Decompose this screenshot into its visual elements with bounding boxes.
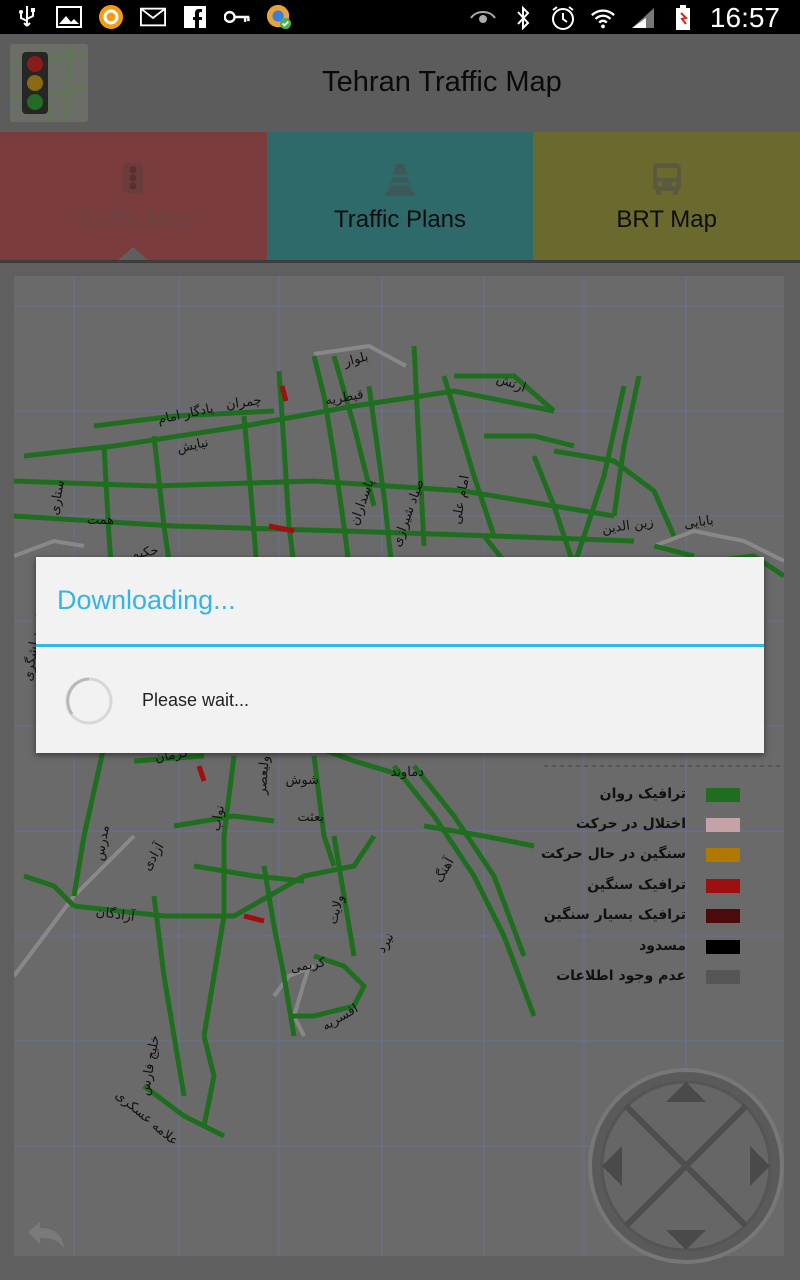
tab-bar: Traffic Map Traffic Plans BRT Map bbox=[0, 132, 800, 261]
legend-label: مسدود bbox=[639, 938, 686, 954]
sync-app-icon bbox=[98, 3, 124, 31]
system-icons: 16:57 bbox=[470, 2, 780, 34]
legend-swatch bbox=[706, 909, 740, 923]
legend-swatch bbox=[706, 848, 740, 862]
traffic-cone-icon bbox=[384, 162, 416, 196]
legend-item: ترافیک روان bbox=[520, 786, 750, 806]
tab-label: Traffic Plans bbox=[333, 206, 467, 233]
bluetooth-icon bbox=[510, 4, 536, 32]
legend-label: ترافیک روان bbox=[599, 786, 686, 802]
legend-item: مسدود bbox=[520, 938, 750, 958]
eye-icon bbox=[470, 4, 496, 32]
chrome-update-icon bbox=[266, 3, 292, 31]
notification-icons bbox=[14, 3, 292, 31]
facebook-icon bbox=[182, 3, 208, 31]
bus-icon bbox=[651, 162, 683, 196]
legend-label: اختلال در حرکت bbox=[575, 816, 686, 832]
key-icon bbox=[224, 3, 250, 31]
tab-brt-map[interactable]: BRT Map bbox=[533, 132, 800, 260]
map-label: همت bbox=[87, 513, 114, 528]
tab-traffic-plans[interactable]: Traffic Plans bbox=[266, 132, 534, 260]
alarm-icon bbox=[550, 4, 576, 32]
gallery-icon bbox=[56, 3, 82, 31]
tab-label: Traffic Map bbox=[73, 206, 193, 233]
legend-item: ترافیک سنگین bbox=[520, 877, 750, 897]
legend-item: عدم وجود اطلاعات bbox=[520, 968, 750, 988]
legend-swatch bbox=[706, 788, 740, 802]
gmail-icon bbox=[140, 3, 166, 31]
dialog-message: Please wait... bbox=[142, 690, 250, 710]
legend-label: ترافیک بسیار سنگین bbox=[543, 907, 686, 923]
map-label: شوش bbox=[286, 773, 319, 788]
legend-label: ترافیک سنگین bbox=[587, 877, 686, 893]
usb-icon bbox=[14, 3, 40, 31]
active-tab-indicator bbox=[117, 247, 150, 261]
legend-item: اختلال در حرکت bbox=[520, 816, 750, 836]
legend-item: ترافیک بسیار سنگین bbox=[520, 907, 750, 927]
dpad-icon[interactable] bbox=[588, 1068, 784, 1264]
map-label: دماوند bbox=[391, 765, 425, 780]
dialog-divider bbox=[36, 644, 764, 647]
page-title: Tehran Traffic Map bbox=[322, 66, 562, 98]
traffic-light-icon bbox=[121, 162, 145, 196]
legend-swatch bbox=[706, 818, 740, 832]
status-bar: 16:57 bbox=[0, 0, 800, 34]
loading-spinner-icon bbox=[64, 676, 114, 726]
wifi-icon bbox=[590, 4, 616, 32]
legend-swatch bbox=[706, 970, 740, 984]
legend-item: سنگین در حال حرکت bbox=[520, 846, 750, 866]
progress-dialog: Downloading... Please wait... bbox=[36, 557, 764, 753]
action-bar: Tehran Traffic Map bbox=[0, 34, 800, 132]
dialog-title: Downloading... bbox=[57, 585, 236, 615]
back-arrow-icon[interactable] bbox=[26, 1220, 66, 1250]
legend-swatch bbox=[706, 879, 740, 893]
legend-label: سنگین در حال حرکت bbox=[540, 846, 686, 862]
clock: 16:57 bbox=[709, 2, 780, 33]
tab-traffic-map[interactable]: Traffic Map bbox=[0, 132, 267, 261]
battery-icon bbox=[670, 4, 696, 32]
legend-label: عدم وجود اطلاعات bbox=[556, 968, 686, 984]
tab-divider bbox=[0, 260, 800, 263]
signal-icon bbox=[630, 4, 656, 32]
legend-swatch bbox=[706, 940, 740, 954]
tab-label: BRT Map bbox=[616, 206, 717, 233]
map-label: بعثت bbox=[297, 810, 324, 825]
